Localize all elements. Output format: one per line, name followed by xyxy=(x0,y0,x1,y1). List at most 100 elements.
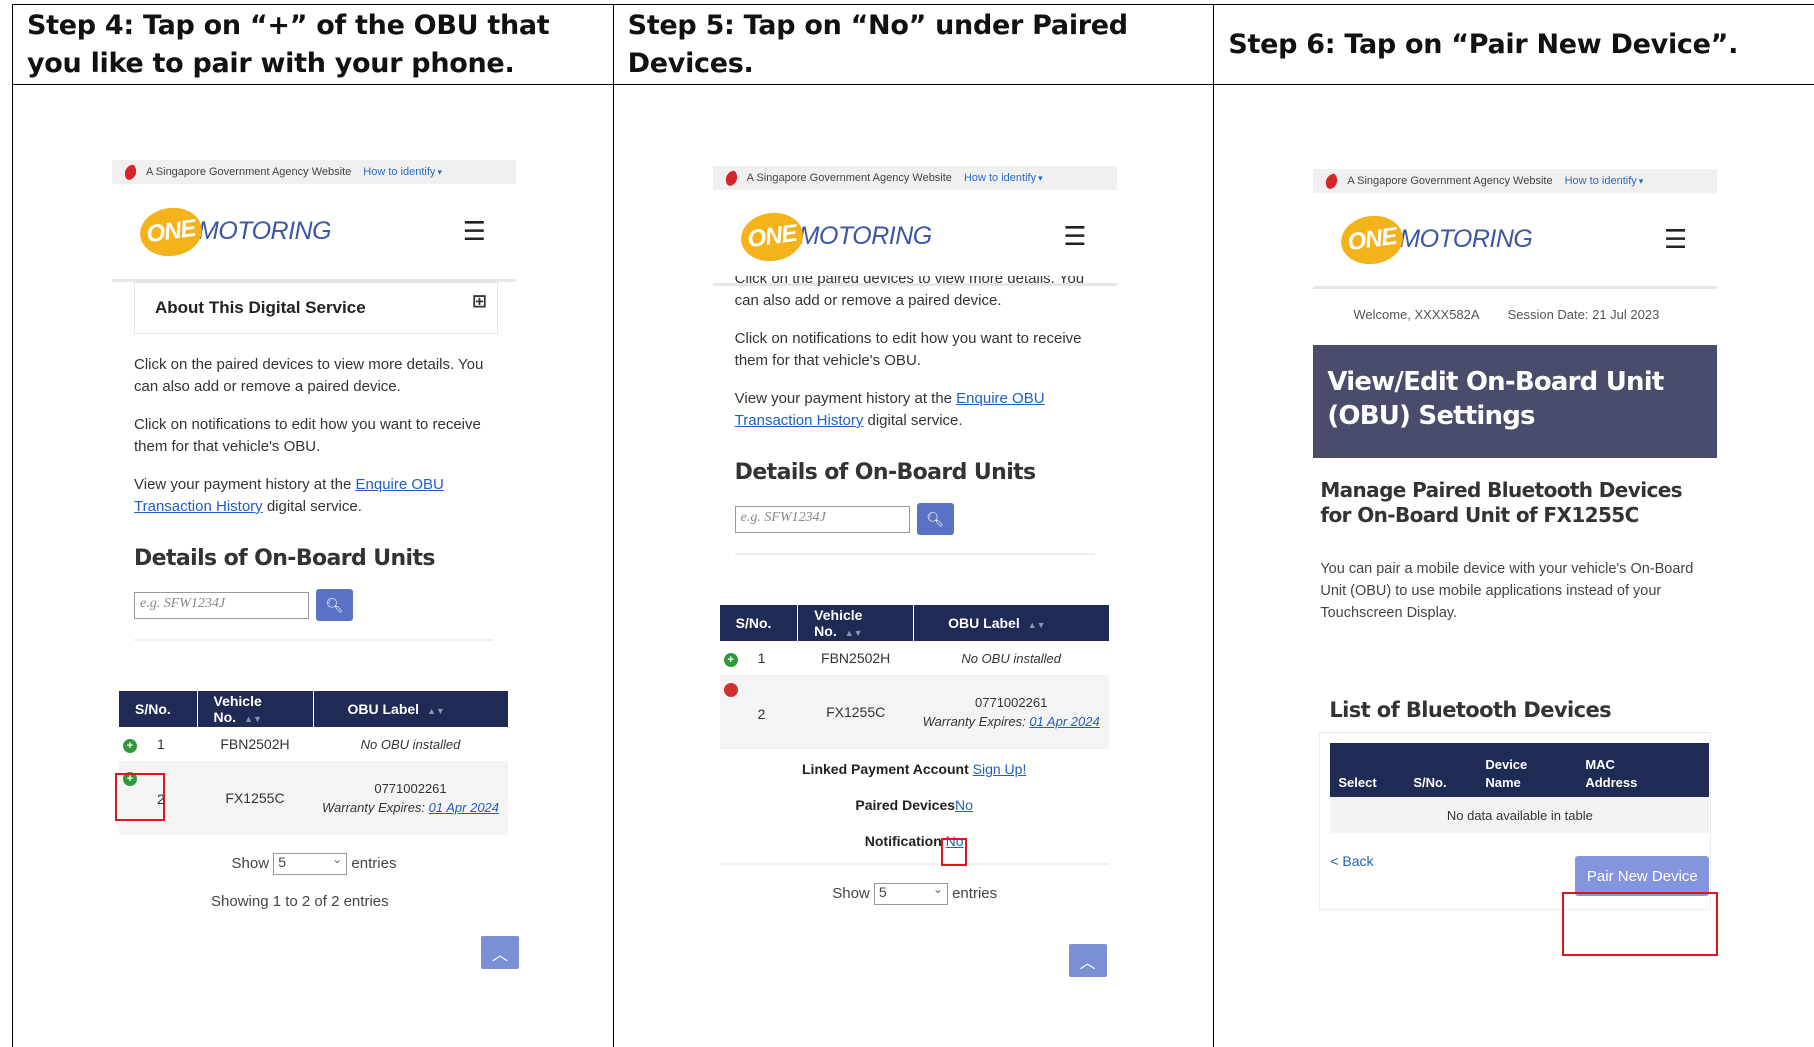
notification-row: Notification No xyxy=(720,827,1109,855)
onemotoring-logo[interactable]: ONE MOTORING xyxy=(737,208,933,265)
table-row[interactable]: +1 FBN2502H No OBU installed xyxy=(119,727,508,761)
showing-count: Showing 1 to 2 of 2 entries xyxy=(211,893,389,910)
col-device-name[interactable]: Device Name xyxy=(1477,743,1578,797)
hamburger-menu-icon[interactable]: ☰ xyxy=(463,216,486,247)
chevron-up-icon: ︿ xyxy=(1079,954,1096,972)
step-6-column: Step 6: Tap on “Pair New Device”. A Sing… xyxy=(1214,5,1814,1047)
search-icon: 🔍︎ xyxy=(926,510,945,527)
col-sno[interactable]: S/No. xyxy=(719,605,799,641)
table-row[interactable]: +2 FX1255C 0771002261 Warranty Expires: … xyxy=(119,761,508,835)
bt-table-header-row: Select S/No. Device Name MAC Address xyxy=(1330,743,1710,797)
chevron-down-icon: ▾ xyxy=(437,166,442,177)
search-button[interactable]: 🔍︎ xyxy=(916,503,954,535)
how-to-identify-link[interactable]: How to identify xyxy=(363,166,435,178)
gov-bar: A Singapore Government Agency Website Ho… xyxy=(112,160,516,184)
row-2-obu: 0771002261 Warranty Expires: 01 Apr 2024 xyxy=(913,675,1109,749)
back-link[interactable]: < Back xyxy=(1330,853,1373,869)
onemotoring-logo[interactable]: ONE MOTORING xyxy=(1338,211,1533,268)
expand-plus-icon[interactable]: + xyxy=(123,738,137,753)
bt-devices-card: Select S/No. Device Name MAC Address No … xyxy=(1319,732,1712,910)
welcome-row: Welcome, XXXX582A Session Date: 21 Jul 2… xyxy=(1313,289,1717,345)
col-vehicle[interactable]: Vehicle No. ▲▼ xyxy=(797,605,915,641)
bt-devices-table: Select S/No. Device Name MAC Address No … xyxy=(1330,743,1710,833)
divider xyxy=(734,553,1095,555)
row-2-sno: 2 xyxy=(719,675,798,749)
hamburger-menu-icon[interactable]: ☰ xyxy=(1664,224,1687,255)
scroll-top-button[interactable]: ︿ xyxy=(1068,944,1107,977)
logo-motoring: MOTORING xyxy=(798,222,933,250)
entries-label: entries xyxy=(351,854,397,872)
col-select[interactable]: Select xyxy=(1330,743,1406,797)
col-bt-sno[interactable]: S/No. xyxy=(1405,743,1478,797)
description: Click on the paired devices to view more… xyxy=(112,354,516,518)
paired-devices-label: Paired Devices xyxy=(855,797,956,813)
row-1-sno: +1 xyxy=(719,641,798,675)
no-data-cell: No data available in table xyxy=(1330,797,1710,833)
col-obu-label-text: OBU Label xyxy=(347,701,420,717)
sort-icon: ▲▼ xyxy=(844,628,863,638)
table-row: No data available in table xyxy=(1330,797,1710,833)
entries-select[interactable]: 5 xyxy=(273,852,348,875)
manage-description: You can pair a mobile device with your v… xyxy=(1320,561,1694,621)
desc-notifications: Click on notifications to edit how you w… xyxy=(134,416,481,455)
search-button[interactable]: 🔍︎ xyxy=(316,589,353,621)
col-vehicle[interactable]: Vehicle No. ▲▼ xyxy=(197,691,314,727)
row-1-vehicle: FBN2502H xyxy=(797,641,914,675)
paired-devices-no-link[interactable]: No xyxy=(955,797,973,813)
how-to-identify-link[interactable]: How to identify xyxy=(964,172,1036,184)
about-service-panel[interactable]: About This Digital Service ⊞ xyxy=(134,282,498,334)
notification-label: Notification xyxy=(864,833,942,849)
step-5-column: Step 5: Tap on “No” under Paired Devices… xyxy=(613,5,1215,1047)
scroll-top-button[interactable]: ︿ xyxy=(481,936,519,969)
step-4-column: Step 4: Tap on “+” of the OBU that you l… xyxy=(13,5,614,1047)
desc-payment-history: View your payment history at the Enquire… xyxy=(735,388,1095,432)
hamburger-menu-icon[interactable]: ☰ xyxy=(1063,221,1086,252)
col-obu-label[interactable]: OBU Label ▲▼ xyxy=(913,605,1109,641)
step-6-header: Step 6: Tap on “Pair New Device”. xyxy=(1214,5,1814,85)
row-2-warranty-date[interactable]: 01 Apr 2024 xyxy=(429,800,499,815)
obu-table: S/No. Vehicle No. ▲▼ OBU Label ▲▼ +1 FBN25… xyxy=(719,605,1109,749)
row-2-sno-text: 2 xyxy=(757,706,766,722)
pair-new-device-button[interactable]: Pair New Device xyxy=(1575,856,1710,896)
row-2-warranty: Warranty Expires: 01 Apr 2024 xyxy=(918,712,1105,731)
linked-payment-label: Linked Payment Account xyxy=(802,761,969,777)
about-service-title: About This Digital Service xyxy=(155,298,366,317)
instruction-table: Step 4: Tap on “+” of the OBU that you l… xyxy=(12,4,1814,1047)
vehicle-search-input[interactable]: e.g. SFW1234J xyxy=(734,505,910,533)
desc-payment-post: digital service. xyxy=(863,412,963,429)
desc-payment-post: digital service. xyxy=(262,498,362,515)
lion-head-icon xyxy=(1323,172,1341,190)
details-title: Details of On-Board Units xyxy=(134,546,435,571)
row-2-obu-number: 0771002261 xyxy=(975,695,1048,710)
how-to-identify-link[interactable]: How to identify xyxy=(1565,175,1637,187)
table-row[interactable]: +1 FBN2502H No OBU installed xyxy=(719,641,1109,675)
desc-payment-pre: View your payment history at the xyxy=(734,390,957,407)
manage-title: Manage Paired Bluetooth Devices for On-B… xyxy=(1320,478,1682,527)
logo-one: ONE xyxy=(136,203,206,260)
search-row: e.g. SFW1234J 🔍︎ xyxy=(734,503,1095,535)
chevron-down-icon: ▾ xyxy=(1038,172,1043,183)
col-mac-address[interactable]: MAC Address xyxy=(1577,743,1710,797)
expand-plus-icon[interactable]: + xyxy=(723,652,738,667)
welcome-user: Welcome, XXXX582A xyxy=(1353,307,1480,322)
onemotoring-logo[interactable]: ONE MOTORING xyxy=(136,203,332,260)
gov-bar-text: A Singapore Government Agency Website xyxy=(1347,175,1553,187)
row-1-sno: +1 xyxy=(119,727,197,761)
expand-plus-icon[interactable]: ⊞ xyxy=(472,291,487,312)
col-sno[interactable]: S/No. xyxy=(119,691,198,727)
session-date: Session Date: 21 Jul 2023 xyxy=(1507,307,1660,322)
desc-payment-pre: View your payment history at the xyxy=(134,476,356,493)
collapse-minus-icon[interactable] xyxy=(723,683,738,697)
row-2-vehicle: FX1255C xyxy=(797,675,914,749)
row-2-vehicle: FX1255C xyxy=(197,761,313,835)
step-5-header: Step 5: Tap on “No” under Paired Devices… xyxy=(613,5,1214,85)
row-2-obu: 0771002261 Warranty Expires: 01 Apr 2024 xyxy=(313,761,508,835)
table-row[interactable]: 2 FX1255C 0771002261 Warranty Expires: 0… xyxy=(719,675,1109,749)
details-title: Details of On-Board Units xyxy=(734,460,1036,485)
vehicle-search-input[interactable]: e.g. SFW1234J xyxy=(134,591,309,619)
row-2-warranty-date[interactable]: 01 Apr 2024 xyxy=(1029,714,1099,729)
expanded-details: Linked Payment Account Sign Up! Paired D… xyxy=(719,749,1109,865)
sign-up-link[interactable]: Sign Up! xyxy=(973,761,1027,777)
entries-select[interactable]: 5 xyxy=(873,882,948,905)
col-obu-label[interactable]: OBU Label ▲▼ xyxy=(313,691,508,727)
